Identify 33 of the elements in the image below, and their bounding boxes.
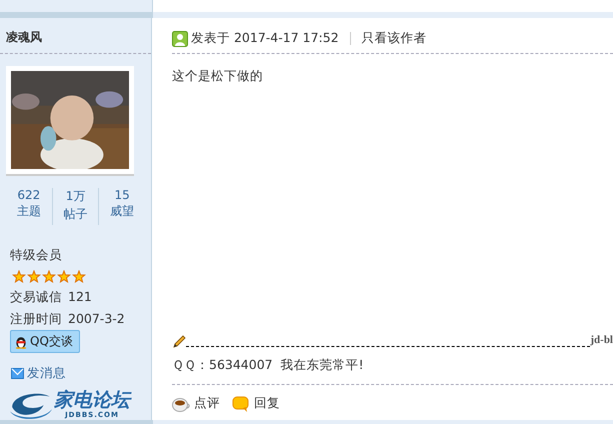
stat-value[interactable]: 622 <box>17 188 40 202</box>
star-icon <box>57 270 71 284</box>
comment-link[interactable]: 点评 <box>172 395 220 412</box>
field-value: 121 <box>68 289 92 306</box>
penguin-icon <box>15 334 27 348</box>
logo-title: 家电论坛 <box>54 390 130 410</box>
field-value: 2007-3-2 <box>68 311 125 328</box>
qq-chat-button[interactable]: QQ交谈 <box>10 330 80 353</box>
post-body: 这个是松下做的 <box>172 67 264 85</box>
star-icon <box>27 270 41 284</box>
star-icon <box>42 270 56 284</box>
send-message-link[interactable]: 发消息 <box>11 365 151 382</box>
user-group: 特级会员 <box>10 247 151 264</box>
cup-icon <box>172 396 190 412</box>
star-icon <box>72 270 86 284</box>
reply-link[interactable]: 回复 <box>232 395 280 412</box>
stat-label: 主题 <box>16 203 41 220</box>
stat-label: 威望 <box>110 203 134 220</box>
post-time: 发表于 2017-4-17 17:52 <box>191 30 339 47</box>
signature-text: ＱＱ：56344007 我在东莞常平! <box>172 349 613 385</box>
stat-value[interactable]: 15 <box>114 188 130 202</box>
envelope-icon <box>11 368 24 379</box>
pencil-icon <box>172 335 186 349</box>
author-only-link[interactable]: 只看该作者 <box>362 30 427 47</box>
field-label: 交易诚信 <box>10 289 62 306</box>
username[interactable]: 凌魂风 <box>0 18 151 54</box>
speech-bubble-icon <box>232 396 250 412</box>
star-icon <box>12 270 26 284</box>
stat-label: 帖子 <box>64 206 88 223</box>
field-label: 注册时间 <box>10 311 62 328</box>
user-icon <box>172 30 188 46</box>
stat-value[interactable]: 1万 <box>66 188 86 205</box>
signature-tag: jd-bl <box>590 335 613 346</box>
